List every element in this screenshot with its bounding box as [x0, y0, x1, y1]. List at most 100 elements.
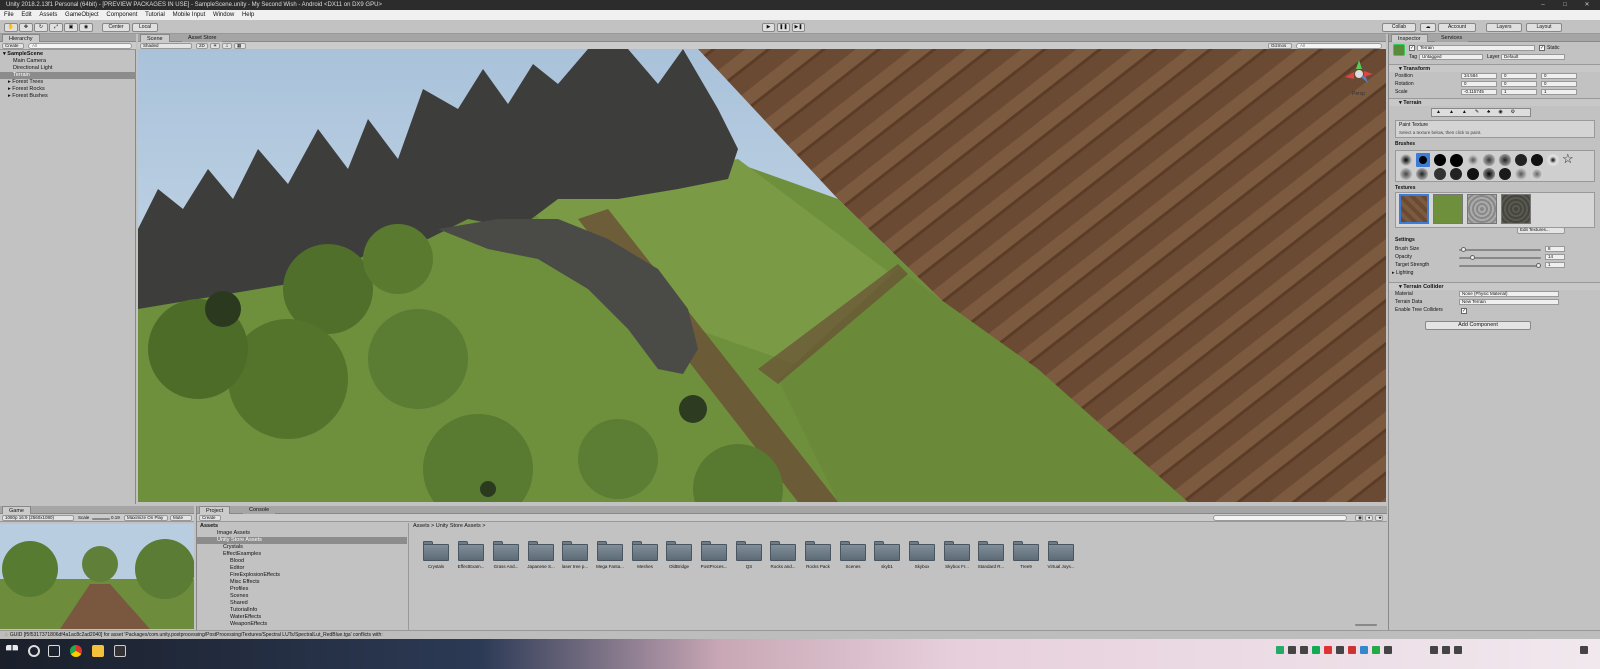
minimize-icon[interactable]: – [1532, 0, 1554, 10]
folder-icon[interactable] [770, 541, 796, 561]
menu-file[interactable]: File [4, 12, 14, 18]
brush-icon[interactable] [1450, 154, 1463, 167]
menu-tutorial[interactable]: Tutorial [145, 12, 165, 18]
brush-icon[interactable] [1499, 168, 1511, 180]
project-search-input[interactable] [1213, 515, 1347, 521]
folder-icon[interactable] [632, 541, 658, 561]
folder-icon[interactable] [805, 541, 831, 561]
tray-app-icon[interactable] [1372, 646, 1380, 654]
object-name-field[interactable]: Terrain [1417, 45, 1535, 51]
folder-icon[interactable] [944, 541, 970, 561]
task-view-icon[interactable] [48, 645, 60, 657]
resolution-dropdown[interactable]: 1080p 16:9 (2560x1080) [2, 515, 74, 521]
network-icon[interactable] [1430, 646, 1438, 654]
close-icon[interactable]: ✕ [1576, 0, 1598, 10]
position-z-field[interactable]: 0 [1541, 73, 1577, 79]
brush-icon[interactable] [1434, 154, 1446, 166]
terrain-component-header[interactable]: ▾ Terrain [1389, 98, 1600, 106]
icon-size-slider[interactable] [1355, 624, 1377, 626]
lighting-foldout[interactable]: ▸ Lighting [1392, 270, 1413, 277]
notifications-icon[interactable] [1580, 646, 1588, 654]
brush-icon[interactable] [1499, 154, 1511, 166]
add-component-button[interactable]: Add Component [1425, 321, 1531, 330]
edit-textures-button[interactable]: Edit Textures... [1517, 227, 1565, 234]
position-x-field[interactable]: 34.584 [1461, 73, 1497, 79]
tree-item-assets[interactable]: Assets [200, 523, 218, 530]
rotation-x-field[interactable]: 0 [1461, 81, 1497, 87]
brush-icon[interactable] [1416, 153, 1430, 167]
brush-size-field[interactable]: 8 [1545, 246, 1565, 252]
view-orientation-gizmo[interactable] [1344, 59, 1374, 89]
folder-icon[interactable] [874, 541, 900, 561]
folder-label[interactable]: Rocks Pack [801, 564, 835, 570]
texture-rock-light[interactable] [1467, 194, 1497, 224]
project-create-button[interactable]: Create [199, 515, 221, 521]
folder-label[interactable]: Skybox Fr... [940, 564, 974, 570]
tray-app-icon[interactable] [1348, 646, 1356, 654]
brush-icon[interactable] [1467, 168, 1479, 180]
folder-icon[interactable] [909, 541, 935, 561]
favorite-icon[interactable]: ★ [1375, 515, 1383, 521]
folder-icon[interactable] [458, 541, 484, 561]
folder-label[interactable]: Standard R... [974, 564, 1008, 570]
cloud-icon[interactable]: ☁ [1420, 23, 1436, 32]
explorer-icon[interactable] [92, 645, 104, 657]
folder-icon[interactable] [528, 541, 554, 561]
menu-gameobject[interactable]: GameObject [65, 12, 99, 18]
folder-label[interactable]: Rocks and... [766, 564, 800, 570]
persp-label[interactable]: Persp [1352, 91, 1365, 97]
folder-label[interactable]: skyb1 [870, 564, 904, 570]
tray-app-icon[interactable] [1300, 646, 1308, 654]
brush-icon[interactable] [1515, 154, 1527, 166]
texture-grass[interactable] [1433, 194, 1463, 224]
account-dropdown[interactable]: Account [1438, 23, 1476, 32]
rotation-z-field[interactable]: 0 [1541, 81, 1577, 87]
pivot-local-button[interactable]: Local [132, 23, 158, 32]
layer-dropdown[interactable]: Default [1501, 54, 1565, 60]
brush-icon[interactable] [1400, 168, 1412, 180]
hierarchy-item-forest-rocks[interactable]: ▸ Forest Rocks [8, 86, 45, 93]
folder-label[interactable]: EffectExam... [454, 564, 488, 570]
folder-icon[interactable] [423, 541, 449, 561]
tree-item-misc-effects[interactable]: Misc Effects [230, 579, 260, 586]
cortana-icon[interactable] [28, 645, 40, 657]
folder-label[interactable]: Scenes [836, 564, 870, 570]
opacity-field[interactable]: 14 [1545, 254, 1565, 260]
mute-audio-toggle[interactable]: Mute Au [170, 515, 192, 521]
tree-item-profiles[interactable]: Profiles [230, 586, 248, 593]
tray-app-icon[interactable] [1336, 646, 1344, 654]
battery-icon[interactable] [1454, 646, 1462, 654]
transform-component-header[interactable]: ▾ Transform [1389, 64, 1600, 72]
folder-icon[interactable] [840, 541, 866, 561]
brush-icon[interactable] [1434, 168, 1446, 180]
layers-dropdown[interactable]: Layers [1486, 23, 1522, 32]
start-icon[interactable] [6, 645, 18, 651]
tray-app-icon[interactable] [1384, 646, 1392, 654]
menu-edit[interactable]: Edit [21, 12, 31, 18]
scale-x-field[interactable]: -0.115745 [1461, 89, 1497, 95]
brush-icon[interactable] [1483, 154, 1495, 166]
brush-size-slider[interactable] [1459, 247, 1541, 252]
target-strength-field[interactable]: 1 [1545, 262, 1565, 268]
folder-icon[interactable] [1048, 541, 1074, 561]
folder-label[interactable]: Japanese S... [524, 564, 558, 570]
brush-icon[interactable] [1515, 168, 1527, 180]
tab-services[interactable]: Services [1435, 34, 1469, 42]
static-checkbox[interactable]: ✓ [1539, 45, 1545, 51]
filter-type-icon[interactable]: ◉ [1355, 515, 1363, 521]
terrain-tools-toolbar[interactable]: ▲▲▲✎♣◉⚙ [1431, 108, 1531, 117]
hierarchy-create-button[interactable]: Create [2, 43, 24, 49]
status-bar[interactable]: ⚠ GUID [f5f5317371806df4a1ac8c2ad2040] f… [0, 630, 1600, 639]
brush-icon[interactable] [1467, 154, 1479, 166]
material-field[interactable]: None (Physic Material) [1459, 291, 1559, 297]
maximize-icon[interactable]: □ [1554, 0, 1576, 10]
scale-z-field[interactable]: 1 [1541, 89, 1577, 95]
hierarchy-item-directional-light[interactable]: Directional Light [13, 65, 52, 72]
scene-viewport[interactable]: Persp [138, 49, 1386, 502]
scale-slider[interactable] [92, 518, 110, 520]
hierarchy-search-input[interactable]: All [28, 43, 132, 49]
brush-icon[interactable] [1400, 154, 1412, 166]
position-y-field[interactable]: 0 [1501, 73, 1537, 79]
opacity-slider[interactable] [1459, 255, 1541, 260]
enable-tree-colliders-checkbox[interactable]: ✓ [1461, 308, 1467, 314]
